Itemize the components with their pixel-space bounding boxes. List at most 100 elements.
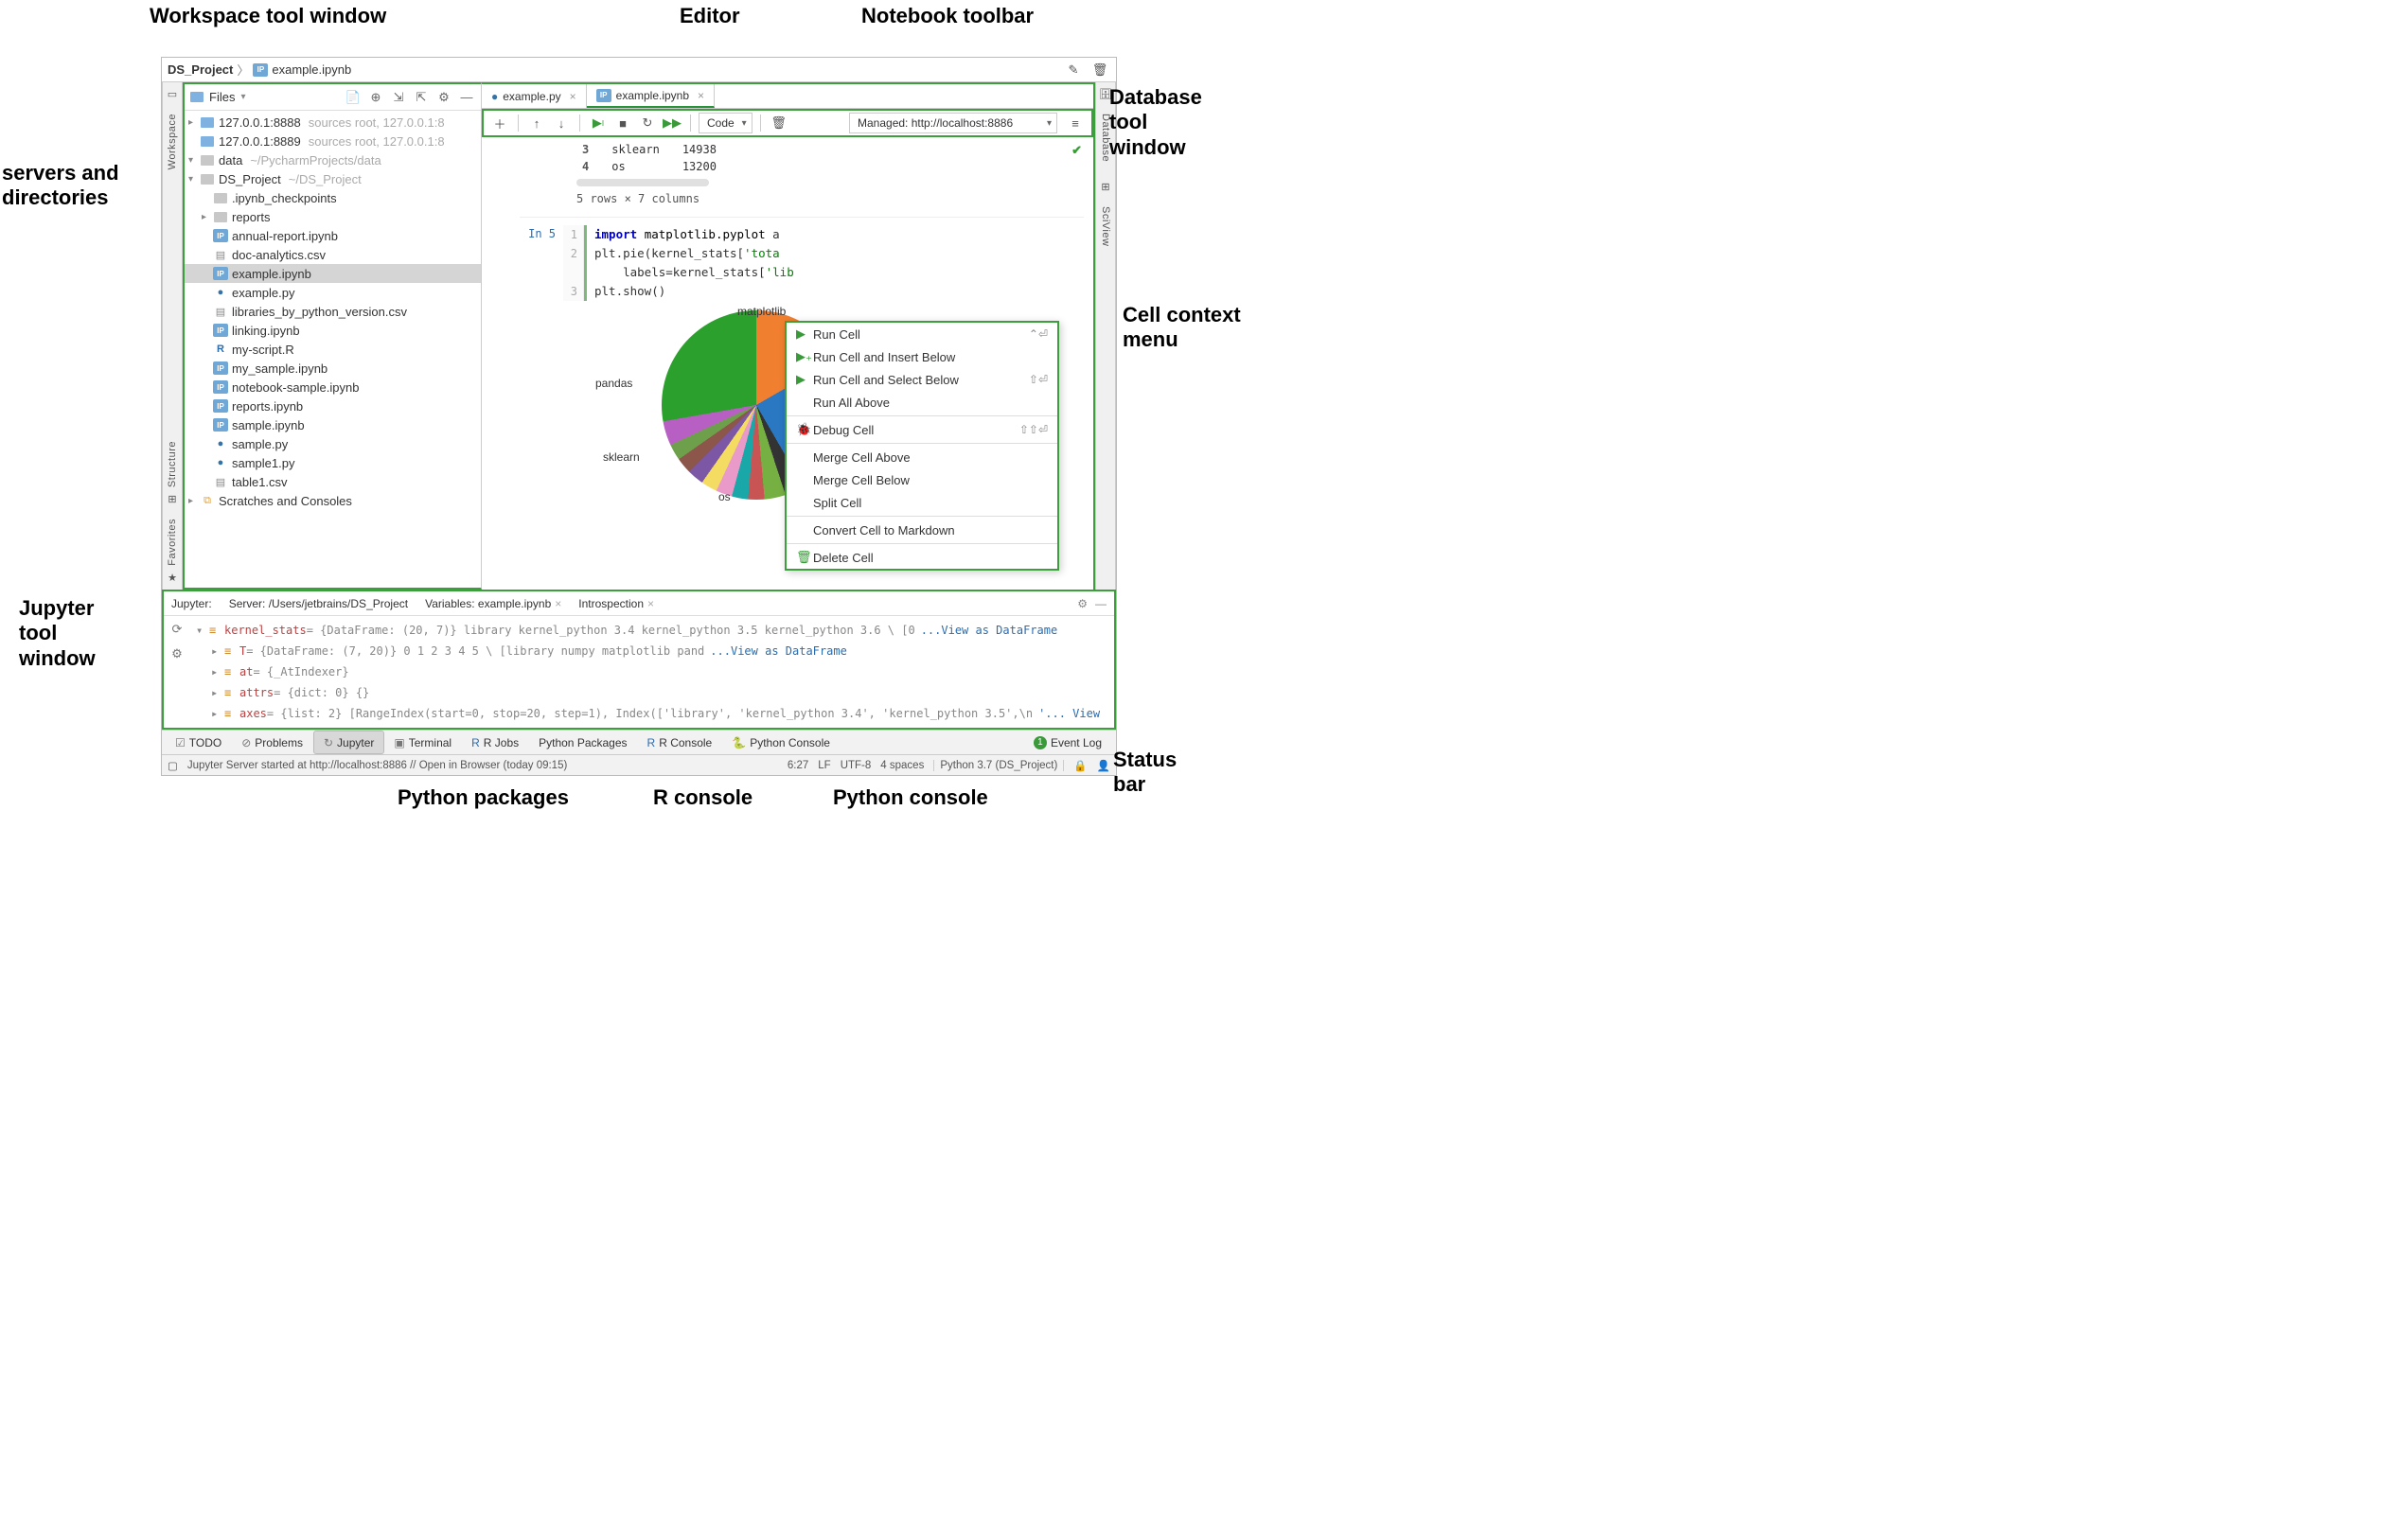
- move-down-icon[interactable]: ↓: [551, 113, 572, 133]
- jupyter-variables[interactable]: ▾≡ kernel_stats = {DataFrame: (20, 7)} l…: [190, 616, 1114, 728]
- edit-config-icon[interactable]: ✎: [1063, 60, 1084, 80]
- encoding[interactable]: UTF-8: [841, 760, 872, 771]
- collapse-icon[interactable]: ⇱: [413, 89, 430, 106]
- jupyter-server-tab[interactable]: Server: /Users/jetbrains/DS_Project: [229, 597, 408, 610]
- event-log-button[interactable]: 1Event Log: [1024, 731, 1112, 754]
- indent[interactable]: 4 spaces: [880, 760, 924, 771]
- new-file-icon[interactable]: 📄: [345, 89, 362, 106]
- menu-item[interactable]: ▶Run Cell⌃⏎: [787, 323, 1057, 345]
- tree-item[interactable]: .ipynb_checkpoints: [185, 188, 481, 207]
- structure-toolstrip-label[interactable]: Structure: [167, 441, 178, 487]
- r-console-button[interactable]: RR Console: [638, 731, 723, 754]
- inspect-icon[interactable]: 👤: [1097, 759, 1110, 772]
- locate-icon[interactable]: ⊕: [367, 89, 384, 106]
- lock-icon[interactable]: 🔒: [1073, 759, 1087, 772]
- settings-icon[interactable]: ⚙: [435, 89, 452, 106]
- menu-item[interactable]: ▶Run Cell and Select Below⇧⏎: [787, 368, 1057, 391]
- restart-icon[interactable]: ↻: [637, 113, 658, 133]
- breadcrumb-root[interactable]: DS_Project: [168, 62, 233, 77]
- code-text[interactable]: import matplotlib.pyplot a plt.pie(kerne…: [584, 225, 1084, 301]
- gear-icon[interactable]: ⚙: [1077, 597, 1088, 610]
- tree-item[interactable]: annual-report.ipynb: [185, 226, 481, 245]
- editor-tab[interactable]: example.py×: [482, 84, 587, 108]
- trash-icon[interactable]: 🗑: [1089, 60, 1110, 80]
- status-toggle-icon[interactable]: ▢: [168, 759, 178, 772]
- menu-item[interactable]: Merge Cell Above: [787, 446, 1057, 468]
- stop-icon[interactable]: ■: [612, 113, 633, 133]
- interpreter[interactable]: Python 3.7 (DS_Project): [933, 760, 1064, 771]
- tree-item[interactable]: sample1.py: [185, 453, 481, 472]
- server-select[interactable]: Managed: http://localhost:8886: [849, 113, 1057, 133]
- menu-item[interactable]: ▶₊Run Cell and Insert Below: [787, 345, 1057, 368]
- terminal-button[interactable]: ▣Terminal: [384, 731, 462, 754]
- code-cell[interactable]: ▶ In 5 123 import matplotlib.pyplot a pl…: [520, 217, 1084, 301]
- workspace-tree[interactable]: ▸127.0.0.1:8888sources root, 127.0.0.1:8…: [185, 111, 481, 588]
- jupyter-vars-tab[interactable]: Variables: example.ipynb×: [425, 597, 561, 610]
- tree-item[interactable]: doc-analytics.csv: [185, 245, 481, 264]
- variable-row[interactable]: ▾≡ kernel_stats = {DataFrame: (20, 7)} l…: [196, 620, 1108, 641]
- hide-icon[interactable]: —: [458, 89, 475, 106]
- tree-item[interactable]: ▾data~/PycharmProjects/data: [185, 150, 481, 169]
- jupyter-button[interactable]: ↻Jupyter: [313, 731, 384, 754]
- tree-item[interactable]: reports.ipynb: [185, 396, 481, 415]
- cell-type-select[interactable]: Code: [699, 113, 752, 133]
- menu-item[interactable]: Run All Above: [787, 391, 1057, 414]
- tree-item[interactable]: libraries_by_python_version.csv: [185, 302, 481, 321]
- sciview-toolstrip-label[interactable]: SciView: [1100, 206, 1111, 246]
- workspace-toolstrip-icon[interactable]: ▭: [168, 88, 177, 100]
- tree-item[interactable]: 127.0.0.1:8889sources root, 127.0.0.1:8: [185, 132, 481, 150]
- hide-icon[interactable]: —: [1095, 597, 1107, 610]
- tree-item[interactable]: ▸⧉Scratches and Consoles: [185, 491, 481, 510]
- tree-item[interactable]: linking.ipynb: [185, 321, 481, 340]
- refresh-icon[interactable]: ⟳: [172, 622, 183, 637]
- tree-item[interactable]: ▸127.0.0.1:8888sources root, 127.0.0.1:8: [185, 113, 481, 132]
- close-icon[interactable]: ×: [698, 89, 704, 102]
- tree-item[interactable]: sample.ipynb: [185, 415, 481, 434]
- workspace-toolstrip-label[interactable]: Workspace: [167, 114, 178, 169]
- jupyter-intro-tab[interactable]: Introspection×: [578, 597, 654, 610]
- variable-row[interactable]: ▸≡ T = {DataFrame: (7, 20)} 0 1 2 3 4 5 …: [196, 641, 1108, 661]
- favorites-icon[interactable]: ★: [168, 572, 177, 584]
- tree-item[interactable]: example.ipynb: [185, 264, 481, 283]
- workspace-mode[interactable]: Files: [209, 90, 235, 104]
- caret-position[interactable]: 6:27: [788, 760, 808, 771]
- close-icon[interactable]: ×: [570, 90, 576, 103]
- variable-row[interactable]: ▸≡ at = {_AtIndexer}: [196, 661, 1108, 682]
- menu-item[interactable]: 🐞Debug Cell⇧⇧⏎: [787, 418, 1057, 441]
- breadcrumb-file[interactable]: example.ipynb: [253, 62, 351, 77]
- tree-item[interactable]: notebook-sample.ipynb: [185, 378, 481, 396]
- editor-tab[interactable]: example.ipynb×: [587, 84, 715, 108]
- expand-icon[interactable]: ⇲: [390, 89, 407, 106]
- tree-item[interactable]: my-script.R: [185, 340, 481, 359]
- tree-item[interactable]: table1.csv: [185, 472, 481, 491]
- tree-item[interactable]: sample.py: [185, 434, 481, 453]
- python-console-button[interactable]: 🐍Python Console: [722, 731, 841, 754]
- add-cell-icon[interactable]: ＋: [489, 113, 510, 133]
- structure-icon[interactable]: ⊞: [168, 493, 176, 505]
- python-packages-button[interactable]: Python Packages: [529, 731, 637, 754]
- h-scrollbar[interactable]: [576, 179, 709, 186]
- tree-item[interactable]: ▸reports: [185, 207, 481, 226]
- gear-icon[interactable]: ⚙: [171, 646, 183, 661]
- menu-item[interactable]: Merge Cell Below: [787, 468, 1057, 491]
- variable-row[interactable]: ▸≡ axes = {list: 2} [RangeIndex(start=0,…: [196, 703, 1108, 724]
- delete-cell-icon[interactable]: 🗑: [769, 113, 789, 133]
- menu-item[interactable]: Split Cell: [787, 491, 1057, 514]
- favorites-toolstrip-label[interactable]: Favorites: [167, 519, 178, 566]
- run-all-icon[interactable]: ▶▶: [662, 113, 682, 133]
- more-icon[interactable]: ≡: [1065, 113, 1086, 133]
- tree-item[interactable]: ▾DS_Project~/DS_Project: [185, 169, 481, 188]
- menu-item[interactable]: 🗑Delete Cell: [787, 546, 1057, 569]
- menu-item[interactable]: Convert Cell to Markdown: [787, 519, 1057, 541]
- tree-item[interactable]: my_sample.ipynb: [185, 359, 481, 378]
- tree-item[interactable]: example.py: [185, 283, 481, 302]
- variable-row[interactable]: ▸≡ attrs = {dict: 0} {}: [196, 682, 1108, 703]
- sciview-icon[interactable]: ⊞: [1101, 181, 1109, 193]
- run-cell-icon[interactable]: ▶I: [588, 113, 609, 133]
- todo-button[interactable]: ☑TODO: [166, 731, 232, 754]
- move-up-icon[interactable]: ↑: [526, 113, 547, 133]
- rjobs-button[interactable]: RR Jobs: [462, 731, 529, 754]
- line-sep[interactable]: LF: [818, 760, 830, 771]
- cell-context-menu[interactable]: ▶Run Cell⌃⏎▶₊Run Cell and Insert Below▶R…: [785, 321, 1059, 571]
- problems-button[interactable]: ⊘Problems: [232, 731, 313, 754]
